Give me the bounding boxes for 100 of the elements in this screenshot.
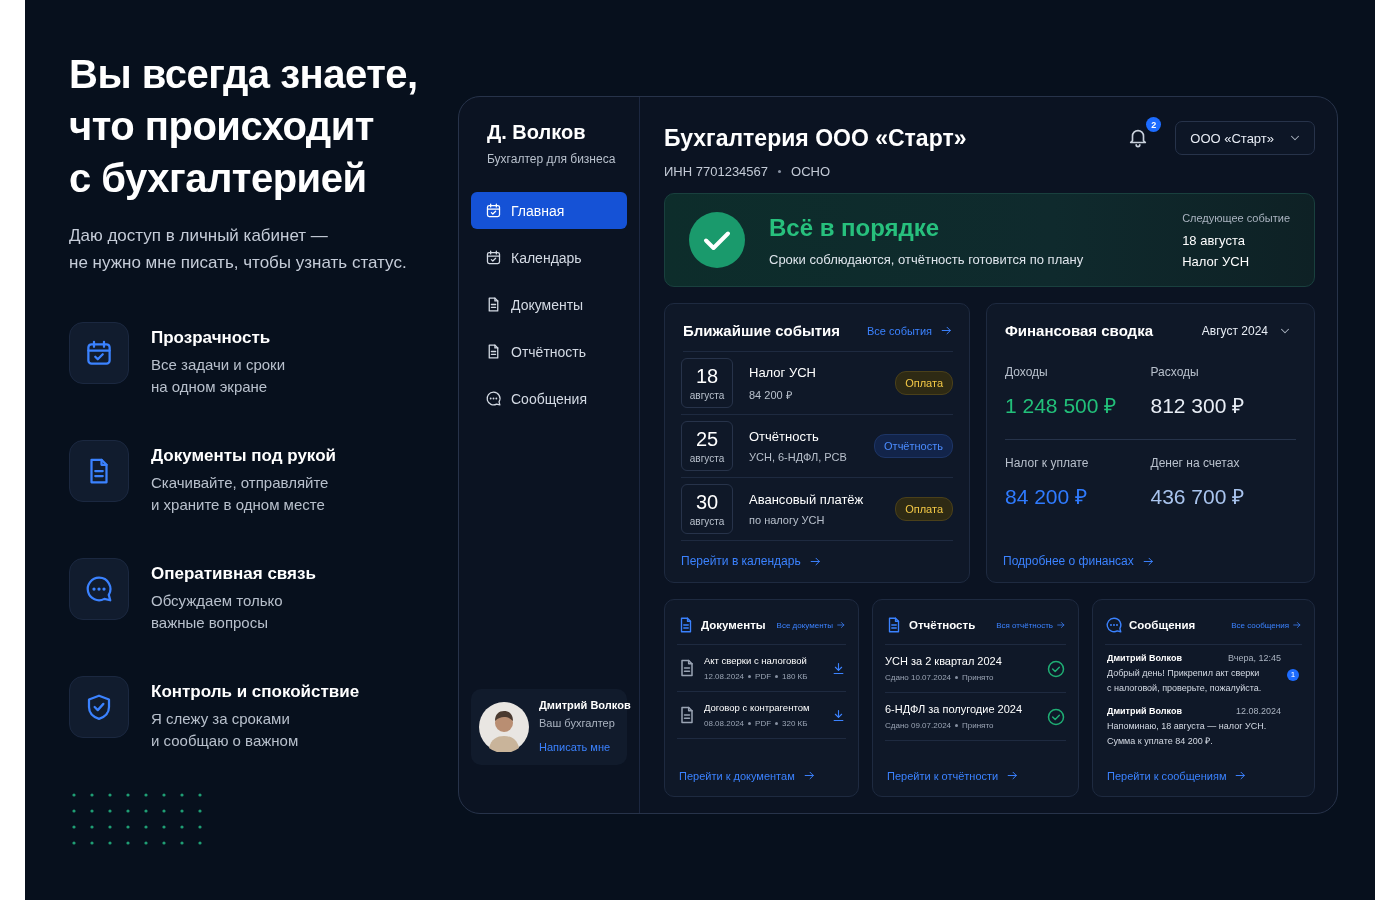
date-badge: 25 августа (681, 421, 733, 471)
metric-label: Денег на счетах (1150, 456, 1241, 470)
notification-badge: 2 (1146, 117, 1162, 132)
event-title: Налог УСН (749, 364, 817, 380)
date-badge: 18 августа (681, 358, 733, 408)
all-events-link[interactable]: Все события (866, 324, 953, 337)
document-name: Договор с контрагентом (704, 702, 811, 713)
metric-label: Налог к уплате (1005, 456, 1090, 470)
page-title: Бухгалтерия ООО «Старт» (664, 125, 967, 152)
reports-link[interactable]: Перейти к отчётности (887, 769, 1078, 782)
report-status: Принято (962, 721, 994, 730)
event-detail: по налогу УСН (749, 514, 826, 526)
document-name: Акт сверки с налоговой (704, 655, 808, 666)
arrow-icon (836, 620, 846, 630)
document-size: 320 КБ (782, 719, 808, 728)
card-title: Финансовая сводка (1005, 322, 1153, 339)
document-format: PDF (755, 672, 772, 681)
messages-link[interactable]: Перейти к сообщениям (1107, 769, 1314, 782)
inn-text: ИНН 7701234567 (664, 164, 769, 179)
nav-item[interactable]: Отчётность (471, 333, 627, 370)
download-icon[interactable] (831, 660, 846, 676)
message-time: Вчера, 12:45 (1228, 653, 1281, 663)
metric-value: 812 300 ₽ (1150, 393, 1246, 419)
calendar-icon (485, 249, 502, 266)
message-text: Напоминаю, 18 августа — налог УСН. Сумма к уплате 84 200 ₽. (1107, 720, 1268, 748)
documents-link[interactable]: Перейти к документам (679, 769, 858, 782)
next-event-date: 18 августа (1182, 232, 1246, 248)
chat-icon (84, 574, 114, 604)
feature-text: Все задачи и сроки на одном экране (151, 355, 286, 397)
all-reports-link[interactable]: Вся отчётность (996, 620, 1066, 630)
message-text: Добрый день! Прикрепил акт сверки с налоговой, проверьте, пожалуйста. (1107, 667, 1263, 695)
next-event-label: Следующее событие (1182, 211, 1290, 224)
feature-title: Прозрачность (151, 328, 272, 348)
nav-item[interactable]: Календарь (471, 239, 627, 276)
event-title: Отчётность (749, 429, 820, 444)
arrow-icon (1234, 769, 1248, 782)
metric-label: Расходы (1150, 365, 1200, 379)
arrow-icon (1056, 620, 1066, 630)
report-name: УСН за 2 квартал 2024 (885, 655, 1003, 667)
nav-item[interactable]: Сообщения (471, 380, 627, 417)
event-tag: Оплата (895, 497, 953, 521)
date-badge: 30 августа (681, 484, 733, 534)
feature-text: Обсуждаем только важные вопросы (151, 591, 284, 633)
message-author: Дмитрий Волков (1107, 653, 1182, 663)
nav-item[interactable]: Документы (471, 286, 627, 323)
finance-link[interactable]: Подробнее о финансах (1003, 554, 1314, 568)
write-link[interactable]: Написать мне (539, 741, 611, 753)
document-size: 180 КБ (782, 672, 808, 681)
arrow-icon (940, 324, 953, 337)
report-date: Сдано 10.07.2024 (885, 673, 952, 682)
calendar-link[interactable]: Перейти в календарь (681, 554, 969, 568)
message-time: 12.08.2024 (1235, 706, 1281, 716)
report-status: Принято (962, 673, 994, 682)
feature-title: Документы под рукой (151, 446, 336, 466)
message-author: Дмитрий Волков (1107, 706, 1182, 716)
event-tag: Отчётность (874, 434, 953, 458)
card-title: Ближайшие события (683, 322, 841, 339)
report-date: Сдано 09.07.2024 (885, 721, 952, 730)
event-detail: 84 200 ₽ (749, 387, 793, 402)
nav-item[interactable]: Главная (471, 192, 627, 229)
avatar (479, 702, 529, 752)
document-date: 08.08.2024 (704, 719, 745, 728)
card-title: Документы (701, 619, 766, 631)
status-title: Всё в порядке (769, 213, 941, 242)
calendar-icon (84, 338, 114, 368)
all-messages-link[interactable]: Все сообщения (1231, 620, 1302, 630)
chat-icon (485, 390, 502, 407)
event-detail: УСН, 6-НДФЛ, РСВ (749, 451, 848, 463)
metric-label: Доходы (1005, 365, 1049, 379)
hero-title: Вы всегда знаете, что происходит с бухгалтерией (69, 51, 419, 202)
arrow-icon (1292, 620, 1302, 630)
chat-icon (1105, 616, 1123, 634)
event-title: Авансовый платёж (749, 492, 865, 507)
all-documents-link[interactable]: Все документы (776, 620, 846, 630)
accountant-role: Ваш бухгалтер (539, 717, 616, 729)
user-name: Д. Волков (486, 121, 587, 144)
document-date: 12.08.2024 (704, 672, 745, 681)
download-icon[interactable] (831, 707, 846, 723)
calendar-icon (485, 202, 502, 219)
feature-title: Оперативная связь (151, 564, 316, 584)
metric-value: 1 248 500 ₽ (1005, 393, 1118, 419)
metric-value: 84 200 ₽ (1005, 484, 1089, 510)
user-role: Бухгалтер для бизнеса (486, 152, 617, 166)
card-title: Отчётность (909, 619, 976, 631)
feature-title: Контроль и спокойствие (151, 682, 360, 702)
status-text: Сроки соблюдаются, отчётность готовится по плану (769, 251, 1085, 267)
metric-value: 436 700 ₽ (1150, 484, 1246, 510)
hero-subtitle: Даю доступ в личный кабинет — не нужно мне писать, чтобы узнать статус. (69, 225, 408, 274)
accountant-name: Дмитрий Волков (539, 699, 631, 711)
card-title: Сообщения (1129, 619, 1196, 631)
document-format: PDF (755, 719, 772, 728)
unread-badge: 1 (1287, 668, 1299, 681)
company-dropdown[interactable]: ООО «Старт» (1175, 121, 1315, 155)
check-icon (689, 212, 745, 268)
feature-text: Я слежу за сроками и сообщаю о важном (151, 709, 300, 751)
event-tag: Оплата (895, 371, 953, 395)
next-event-name: Налог УСН (1182, 253, 1251, 269)
report-name: 6-НДФЛ за полугодие 2024 (885, 703, 1024, 715)
period-dropdown[interactable]: Август 2024 (1201, 323, 1292, 338)
arrow-icon (802, 769, 816, 782)
